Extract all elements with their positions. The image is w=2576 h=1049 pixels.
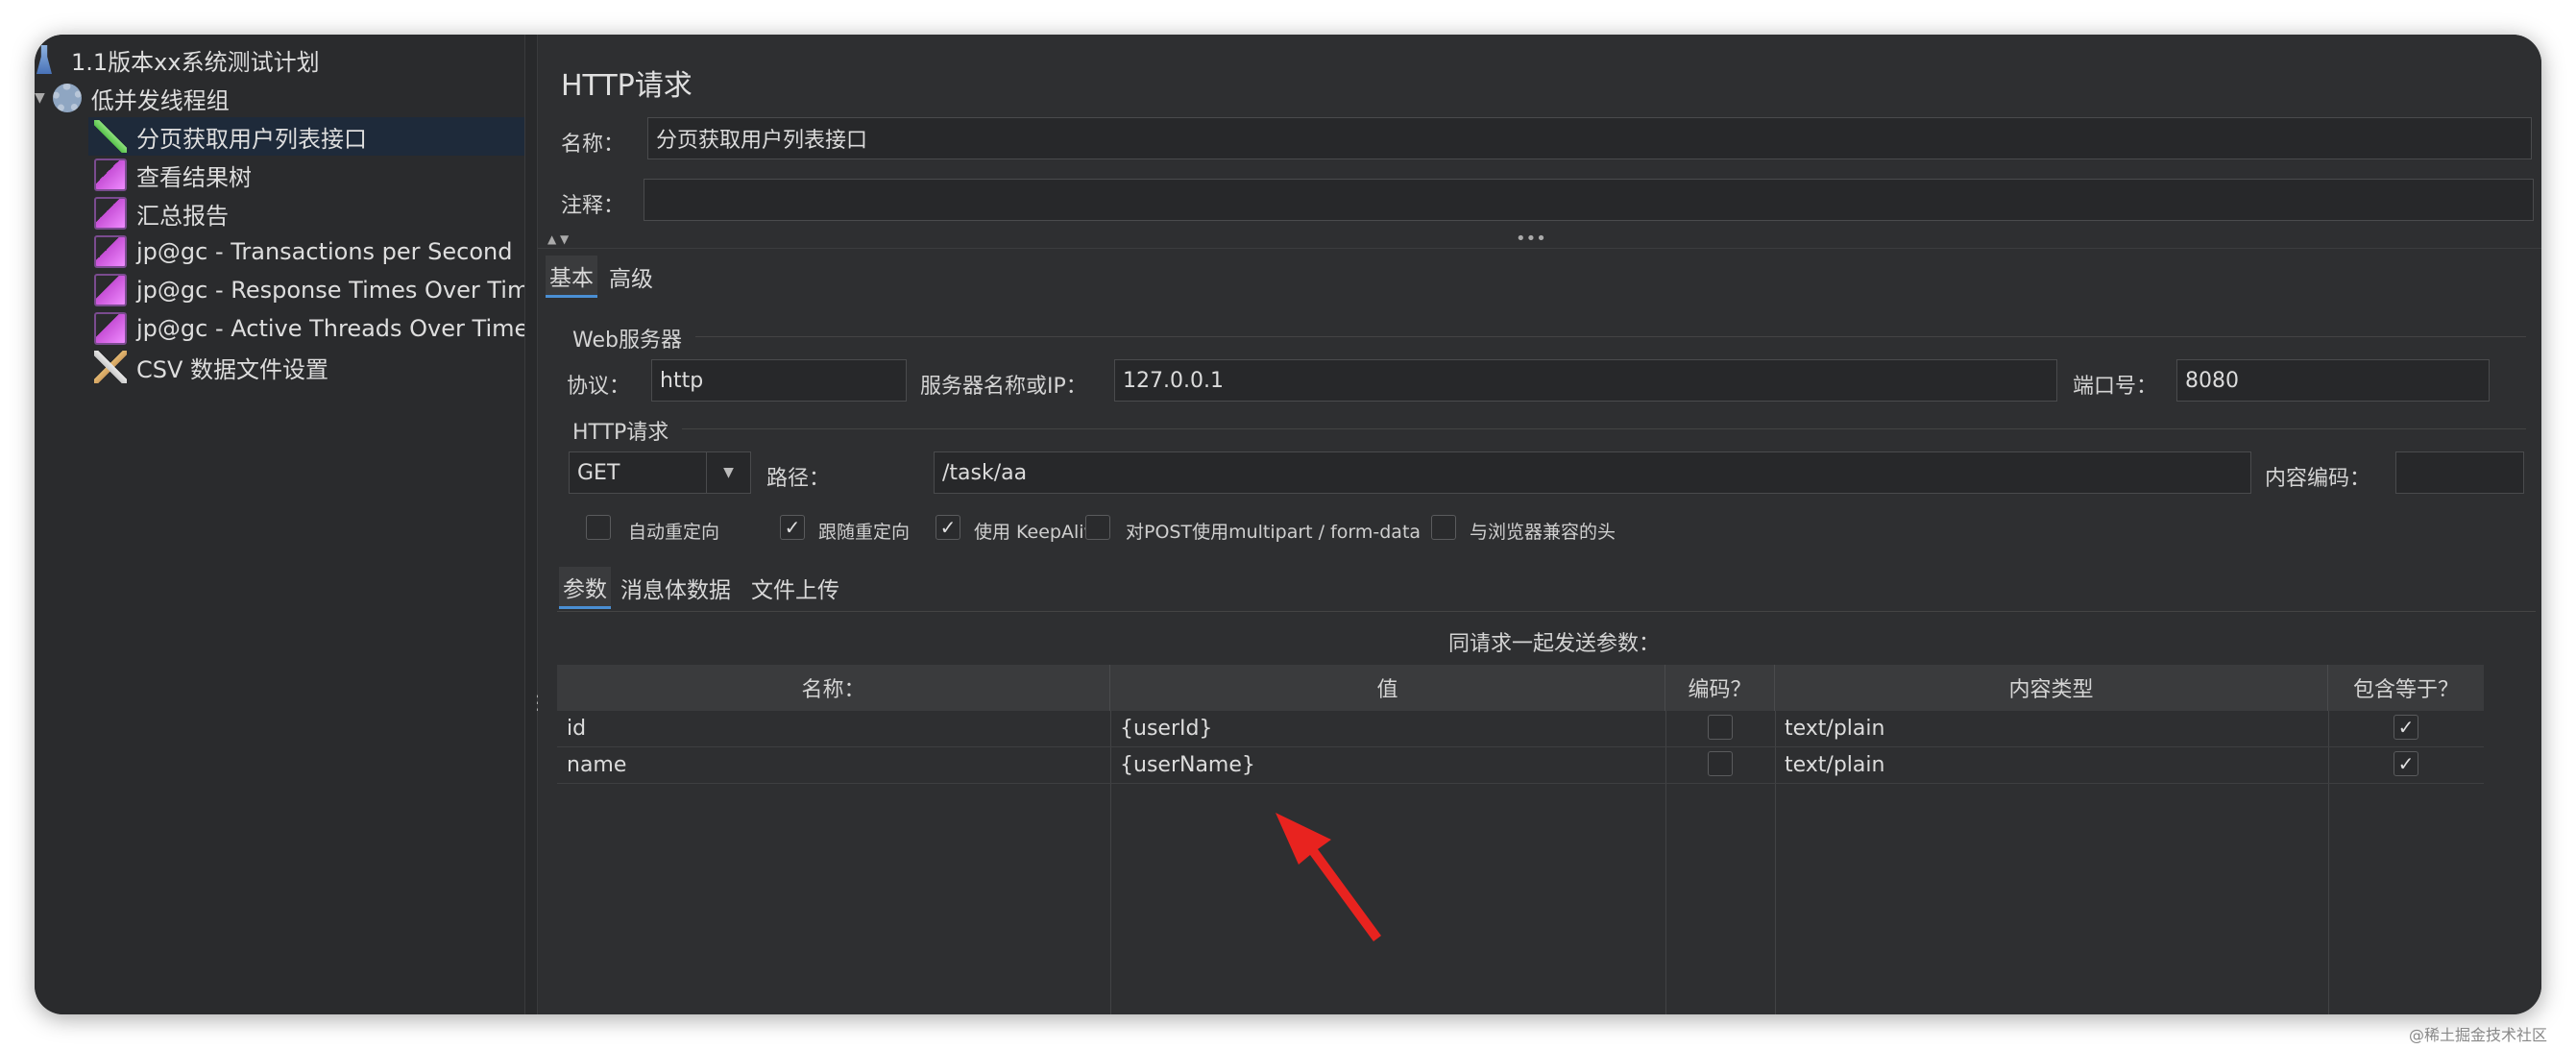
- comment-label: 注释：: [561, 194, 625, 218]
- tree-item-response-times[interactable]: jp@gc - Response Times Over Time: [94, 271, 544, 309]
- tree-item-label: 汇总报告: [136, 202, 229, 230]
- http-request-section-title: HTTP请求: [572, 421, 669, 445]
- method-select[interactable]: GET ▼: [569, 451, 751, 494]
- pane-resize-grip-icon[interactable]: •••: [1516, 229, 1546, 249]
- split-pane-divider[interactable]: ⋮: [524, 35, 547, 1014]
- params-caption: 同请求一起发送参数：: [1448, 632, 1661, 656]
- test-plan-tree: 1.1版本xx系统测试计划 ▼ 低并发线程组 分页获取用户列表接口 查看结果树 …: [35, 35, 544, 1014]
- table-cell-encode[interactable]: [1665, 711, 1775, 747]
- browser-headers-label: 与浏览器兼容的头: [1470, 522, 1616, 543]
- tab-basic[interactable]: 基本: [546, 256, 597, 298]
- path-label: 路径：: [766, 467, 831, 491]
- encode-checkbox[interactable]: [1708, 715, 1733, 740]
- follow-redirect-label: 跟随重定向: [818, 522, 911, 543]
- tree-item-label: jp@gc - Transactions per Second: [136, 238, 513, 265]
- follow-redirect-checkbox[interactable]: ✓: [780, 515, 805, 540]
- tree-item-label: 1.1版本xx系统测试计划: [71, 48, 320, 76]
- protocol-label: 协议：: [567, 375, 631, 399]
- tree-item-tps[interactable]: jp@gc - Transactions per Second: [94, 232, 513, 271]
- column-header-value[interactable]: 值: [1110, 665, 1665, 711]
- flask-icon: [36, 45, 52, 74]
- protocol-field[interactable]: http: [651, 359, 907, 402]
- graph-icon: [94, 235, 127, 268]
- column-header-content-type[interactable]: 内容类型: [1775, 665, 2328, 711]
- name-label: 名称：: [561, 133, 625, 157]
- tab-parameters[interactable]: 参数: [559, 567, 611, 609]
- path-field[interactable]: /task/aa: [934, 451, 2251, 494]
- chevron-down-icon[interactable]: ▼: [706, 452, 750, 493]
- http-request-panel: HTTP请求 名称： 分页获取用户列表接口 注释： ▲ ▼ ••• 基本 高级 …: [538, 35, 2541, 1014]
- tree-item-test-plan[interactable]: 1.1版本xx系统测试计划: [35, 40, 320, 79]
- table-cell-name[interactable]: name: [557, 747, 1110, 784]
- pen-icon: [94, 120, 127, 153]
- table-cell-name[interactable]: id: [557, 711, 1110, 747]
- tree-item-csv-config[interactable]: CSV 数据文件设置: [94, 348, 328, 386]
- table-cell-value[interactable]: {userId}: [1110, 711, 1665, 747]
- server-field[interactable]: 127.0.0.1: [1114, 359, 2057, 402]
- tree-item-label: 分页获取用户列表接口: [136, 125, 367, 153]
- tree-item-label: jp@gc - Response Times Over Time: [136, 277, 545, 304]
- table-cell-value[interactable]: {userName}: [1110, 747, 1665, 784]
- multipart-checkbox[interactable]: [1085, 515, 1110, 540]
- tree-item-active-threads[interactable]: jp@gc - Active Threads Over Time: [94, 309, 528, 348]
- tree-item-label: 查看结果树: [136, 163, 252, 191]
- graph-icon: [94, 274, 127, 306]
- tab-advanced[interactable]: 高级: [605, 256, 657, 298]
- column-header-include-equals[interactable]: 包含等于？: [2328, 665, 2484, 711]
- table-cell-content-type[interactable]: text/plain: [1775, 747, 2328, 784]
- tree-item-thread-group[interactable]: ▼ 低并发线程组: [35, 79, 230, 117]
- tools-icon: [94, 351, 127, 383]
- graph-icon: [94, 197, 127, 230]
- include-equals-checkbox[interactable]: ✓: [2394, 751, 2418, 776]
- tab-body-data[interactable]: 消息体数据: [617, 567, 735, 609]
- port-label: 端口号：: [2073, 375, 2158, 399]
- multipart-label: 对POST使用multipart / form-data: [1126, 522, 1422, 543]
- drag-handle-icon[interactable]: ⋮: [528, 693, 547, 726]
- browser-headers-checkbox[interactable]: [1431, 515, 1456, 540]
- web-server-section-title: Web服务器: [572, 329, 682, 353]
- auto-redirect-checkbox[interactable]: [586, 515, 611, 540]
- tab-file-upload[interactable]: 文件上传: [747, 567, 843, 609]
- jmeter-window: 1.1版本xx系统测试计划 ▼ 低并发线程组 分页获取用户列表接口 查看结果树 …: [35, 35, 2541, 1014]
- keepalive-checkbox[interactable]: ✓: [936, 515, 960, 540]
- table-cell-include-equals[interactable]: ✓: [2328, 747, 2484, 784]
- gear-icon: [52, 84, 82, 112]
- server-label: 服务器名称或IP：: [920, 375, 1087, 399]
- parameters-table: 名称： 值 编码？ 内容类型 包含等于？ id {userId} text/pl…: [557, 665, 2484, 1014]
- watermark: @稀土掘金技术社区: [2408, 1026, 2547, 1044]
- tree-item-http-sampler[interactable]: 分页获取用户列表接口: [88, 117, 524, 156]
- tree-item-results-tree[interactable]: 查看结果树: [94, 156, 252, 194]
- encode-checkbox[interactable]: [1708, 751, 1733, 776]
- table-cell-content-type[interactable]: text/plain: [1775, 711, 2328, 747]
- include-equals-checkbox[interactable]: ✓: [2394, 715, 2418, 740]
- red-arrow-annotation: [1276, 813, 1381, 941]
- expand-arrow-icon[interactable]: ▼: [35, 90, 45, 106]
- collapse-arrows-icon[interactable]: ▲ ▼: [547, 232, 569, 246]
- port-field[interactable]: 8080: [2176, 359, 2490, 402]
- content-encoding-label: 内容编码：: [2265, 467, 2371, 491]
- content-encoding-field[interactable]: [2395, 451, 2524, 494]
- method-value: GET: [577, 460, 620, 485]
- column-header-name[interactable]: 名称：: [557, 665, 1110, 711]
- table-cell-encode[interactable]: [1665, 747, 1775, 784]
- name-field[interactable]: 分页获取用户列表接口: [647, 117, 2532, 159]
- auto-redirect-label: 自动重定向: [628, 522, 720, 543]
- tree-item-label: CSV 数据文件设置: [136, 355, 329, 383]
- panel-title: HTTP请求: [561, 69, 693, 103]
- tree-item-label: 低并发线程组: [90, 86, 230, 114]
- tree-item-summary-report[interactable]: 汇总报告: [94, 194, 229, 232]
- graph-icon: [94, 312, 127, 345]
- comment-field[interactable]: [644, 179, 2534, 221]
- table-cell-include-equals[interactable]: ✓: [2328, 711, 2484, 747]
- tree-item-label: jp@gc - Active Threads Over Time: [136, 315, 529, 342]
- column-header-encode[interactable]: 编码？: [1665, 665, 1775, 711]
- graph-icon: [94, 159, 127, 191]
